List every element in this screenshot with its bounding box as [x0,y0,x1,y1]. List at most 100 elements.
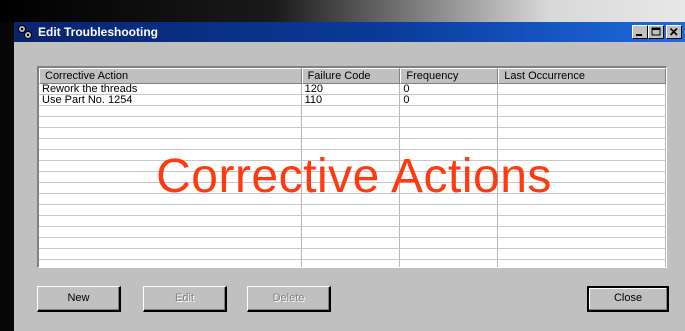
empty-table-row [39,139,666,150]
table-cell [400,150,499,161]
close-icon [669,27,678,36]
table-cell [39,227,302,238]
desktop-background: Edit Troubleshooting Corrective Action F… [0,0,685,331]
table-row[interactable]: Use Part No. 1254 110 0 [39,95,666,106]
background-band [0,0,685,22]
table-cell [400,238,499,249]
window-title: Edit Troubleshooting [38,25,158,39]
delete-button[interactable]: Delete [247,286,331,312]
table-cell [400,139,499,150]
table-cell [498,194,666,205]
empty-table-row [39,172,666,183]
table-cell: 0 [400,84,499,95]
corrective-actions-list[interactable]: Corrective Action Failure Code Frequency… [37,66,667,268]
empty-table-row [39,205,666,216]
table-cell [39,139,302,150]
minimize-button[interactable] [632,25,648,39]
table-row[interactable]: Rework the threads 120 0 [39,84,666,95]
table-cell [400,117,499,128]
table-cell [400,227,499,238]
table-cell: Use Part No. 1254 [39,95,302,106]
table-cell [498,150,666,161]
table-cell: Rework the threads [39,84,302,95]
empty-table-row [39,216,666,227]
table-cell [498,260,666,267]
table-cell [498,117,666,128]
table-cell [498,238,666,249]
empty-table-row [39,249,666,260]
table-cell: 110 [301,95,401,106]
empty-table-row [39,161,666,172]
table-cell [301,249,401,260]
column-header-corrective-action[interactable]: Corrective Action [39,68,302,84]
table-cell [301,205,401,216]
table-cell [498,227,666,238]
table-cell [302,260,401,267]
table-cell [498,172,666,183]
table-cell [301,150,401,161]
table-cell [400,106,499,117]
column-header-last-occurrence[interactable]: Last Occurrence [498,68,666,84]
edit-button[interactable]: Edit [143,286,227,312]
empty-table-row [39,194,666,205]
window-controls [632,25,682,39]
table-cell [301,117,401,128]
empty-table-row [39,238,666,249]
table-cell [498,249,666,260]
empty-table-row [39,227,666,238]
table-cell [39,161,302,172]
table-cell [400,216,499,227]
table-cell [39,117,302,128]
table-cell [498,128,666,139]
list-rows: Rework the threads 120 0 Use Part No. 1254 1… [39,84,666,267]
table-cell [39,106,302,117]
table-cell [39,260,302,267]
empty-table-row [39,117,666,128]
table-cell [39,205,302,216]
maximize-icon [651,27,661,36]
table-cell [301,139,401,150]
table-cell [498,161,666,172]
empty-table-row [39,106,666,117]
table-cell [39,172,302,183]
table-cell [301,161,401,172]
table-cell [498,205,666,216]
table-cell [39,183,302,194]
table-cell [301,183,401,194]
table-cell: 0 [400,95,499,106]
column-header-frequency[interactable]: Frequency [400,68,499,84]
table-cell [301,227,401,238]
table-cell [400,128,499,139]
table-cell [400,249,499,260]
edit-troubleshooting-dialog: Edit Troubleshooting Corrective Action F… [14,22,685,331]
column-header-failure-code[interactable]: Failure Code [301,68,401,84]
table-cell [301,106,401,117]
table-cell [39,216,302,227]
table-cell [301,194,401,205]
table-cell [39,249,302,260]
maximize-button[interactable] [648,25,664,39]
empty-table-row [39,150,666,161]
close-window-button[interactable] [666,25,682,39]
table-cell [400,161,499,172]
table-cell [498,139,666,150]
table-cell [498,84,666,95]
table-cell [400,194,499,205]
table-cell [400,183,499,194]
table-cell: 120 [301,84,401,95]
table-cell [498,95,666,106]
minimize-icon [636,34,642,36]
table-cell [301,172,401,183]
table-cell [498,216,666,227]
table-cell [400,205,499,216]
new-button[interactable]: New [37,286,121,312]
gears-icon[interactable] [17,24,33,40]
table-cell [301,238,401,249]
table-cell [301,216,401,227]
table-cell [39,238,302,249]
table-cell [39,150,302,161]
close-button[interactable]: Close [587,286,669,312]
table-cell [39,128,302,139]
table-cell [39,194,302,205]
title-bar[interactable]: Edit Troubleshooting [14,22,685,42]
